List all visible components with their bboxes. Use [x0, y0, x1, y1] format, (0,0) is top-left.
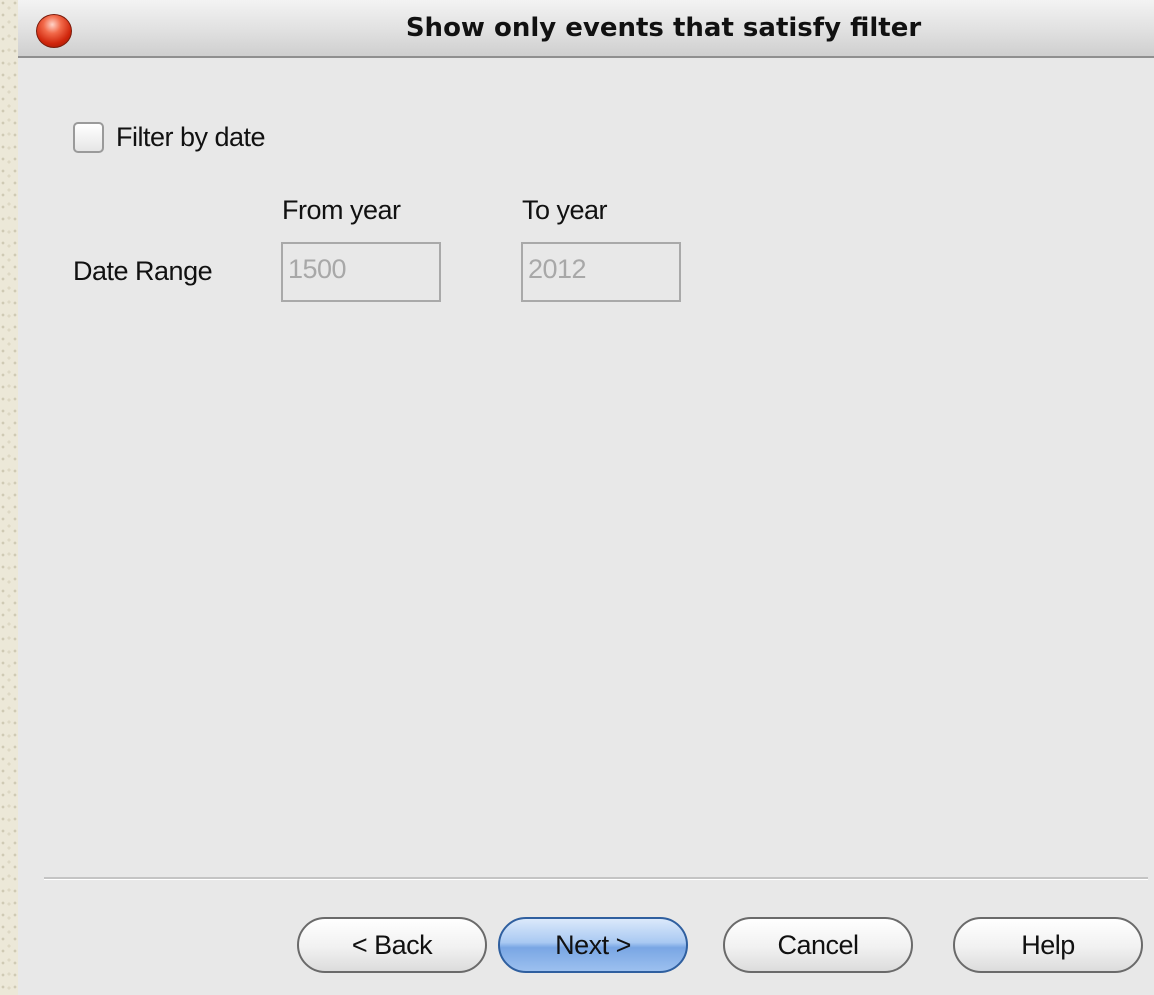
- divider: [44, 877, 1148, 880]
- from-year-field[interactable]: 1500: [281, 242, 441, 302]
- filter-by-date-label[interactable]: Filter by date: [116, 122, 266, 153]
- window-title: Show only events that satisfy filter: [405, 13, 922, 43]
- from-year-label: From year: [282, 195, 401, 225]
- title-bar: Show only events that satisfy filter: [18, 0, 1154, 58]
- next-button[interactable]: Next >: [498, 917, 688, 973]
- cancel-button[interactable]: Cancel: [723, 917, 913, 973]
- date-range-label: Date Range: [73, 256, 213, 286]
- help-button[interactable]: Help: [953, 917, 1143, 973]
- to-year-label: To year: [522, 195, 608, 225]
- filter-by-date-checkbox[interactable]: [73, 122, 104, 153]
- dialog-window: Show only events that satisfy filter Fil…: [18, 0, 1154, 995]
- back-button[interactable]: < Back: [297, 917, 487, 973]
- to-year-field[interactable]: 2012: [521, 242, 681, 302]
